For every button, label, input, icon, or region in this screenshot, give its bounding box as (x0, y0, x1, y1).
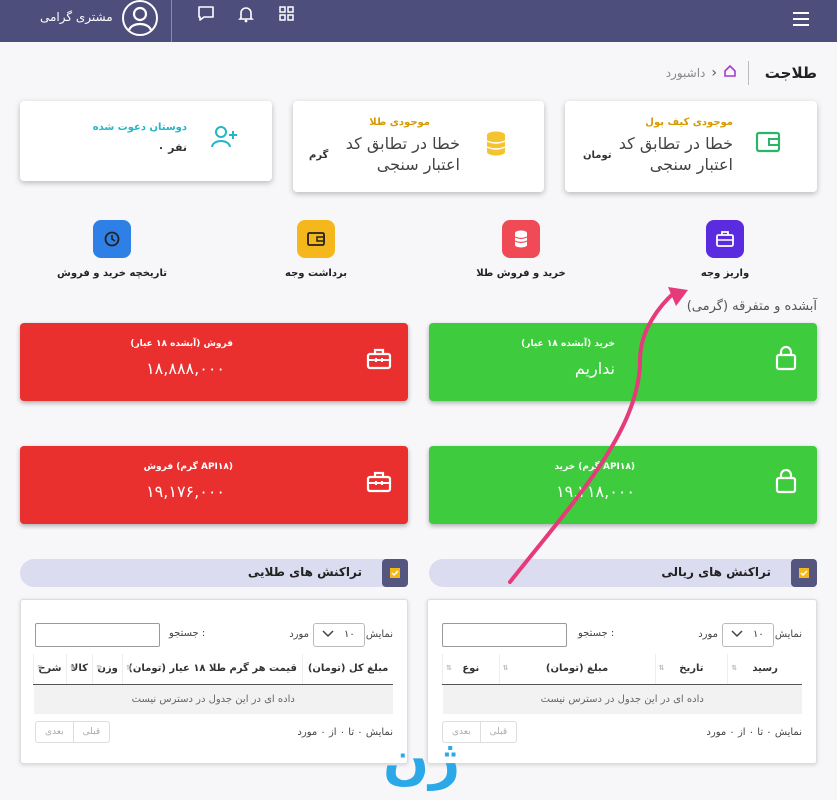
annotation-arrow (508, 287, 688, 584)
watermark-logo: ژن (383, 728, 463, 791)
